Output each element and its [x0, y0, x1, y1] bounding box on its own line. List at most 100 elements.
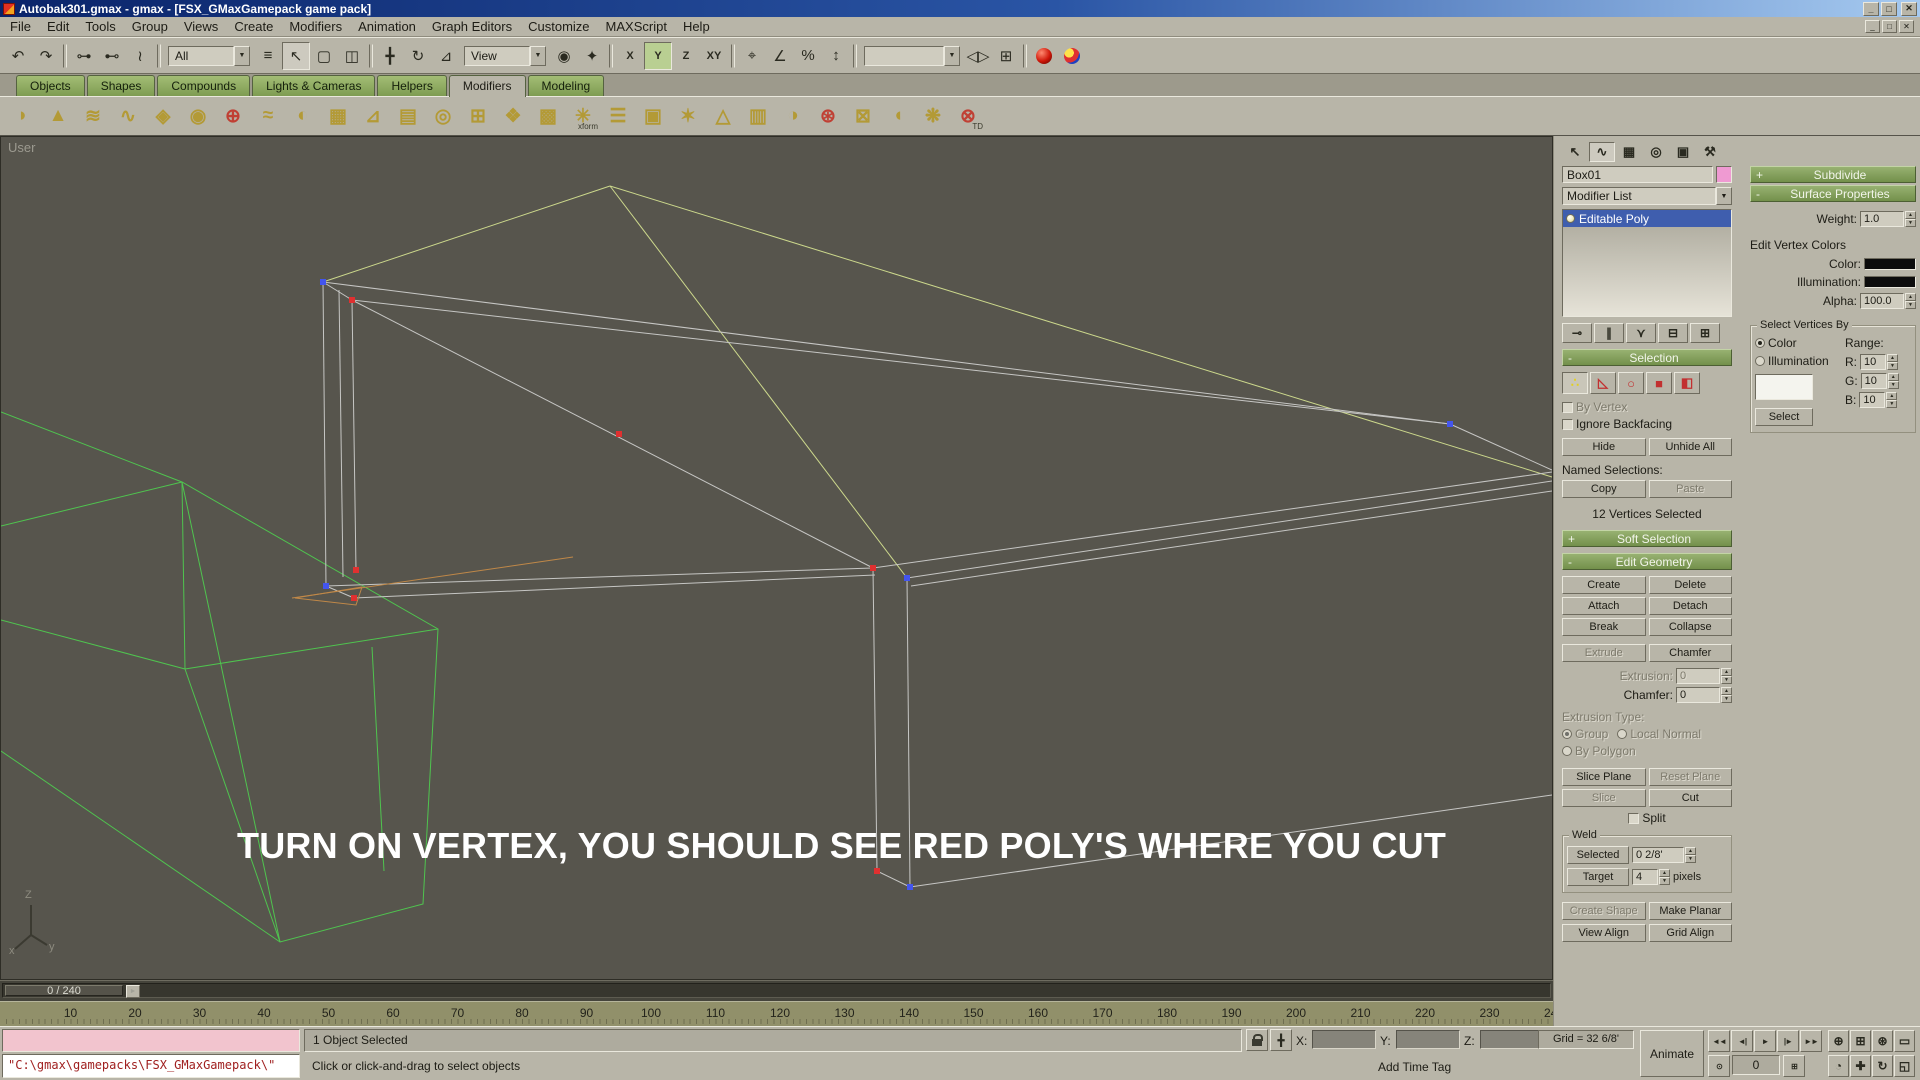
add-time-tag[interactable]: Add Time Tag [1378, 1060, 1451, 1074]
skew-modifier-button[interactable]: ⊿ [356, 99, 390, 133]
push-modifier-button[interactable]: ⊕ [216, 99, 250, 133]
material-modifier-button[interactable]: ❋ [916, 99, 950, 133]
window-titlebar[interactable]: Autobak301.gmax - gmax - [FSX_GMaxGamepa… [0, 0, 1920, 17]
spinner-arrows-icon[interactable] [1721, 668, 1732, 684]
utilities-panel-tab[interactable]: ⚒ [1697, 142, 1723, 162]
menu-edit[interactable]: Edit [39, 17, 77, 36]
edit-mesh-modifier-button[interactable]: ▣ [636, 99, 670, 133]
time-configuration-button[interactable]: ⊞ [1783, 1055, 1805, 1077]
align-button[interactable]: ⊞ [992, 42, 1020, 70]
arc-rotate-button[interactable]: ↻ [1872, 1055, 1893, 1077]
stretch-modifier-button[interactable]: ◈ [146, 99, 180, 133]
x-coordinate-field[interactable] [1312, 1030, 1376, 1049]
extrusion-value[interactable]: 0 [1676, 668, 1720, 684]
use-pivot-point-center-button[interactable]: ◉ [550, 42, 578, 70]
preserve-modifier-button[interactable]: ☰ [601, 99, 635, 133]
show-end-result-button[interactable]: ∥ [1594, 323, 1624, 343]
weld-threshold-value[interactable]: 0 2/8' [1632, 847, 1684, 863]
maxscript-listener-field[interactable]: "C:\gmax\gamepacks\FSX_GMaxGamepack\" [2, 1054, 300, 1078]
b-value[interactable]: 10 [1859, 392, 1885, 408]
select-by-name-button[interactable]: ≡ [254, 42, 282, 70]
render-button[interactable]: ● [1058, 42, 1086, 70]
smooth-modifier-button[interactable]: ✶ [671, 99, 705, 133]
spinner-arrows-icon[interactable] [1721, 687, 1732, 703]
tab-helpers[interactable]: Helpers [377, 75, 446, 96]
surface-properties-rollout-header[interactable]: - Surface Properties [1750, 185, 1916, 202]
copy-named-selection-button[interactable]: Copy [1562, 480, 1646, 498]
menu-file[interactable]: File [2, 17, 39, 36]
bend-modifier-button[interactable]: ◗ [6, 99, 40, 133]
modifier-stack[interactable]: Editable Poly [1562, 209, 1732, 317]
modifier-list-dropdown[interactable]: Modifier List [1562, 187, 1732, 205]
subdivide-rollout-header[interactable]: + Subdivide [1750, 166, 1916, 183]
field-of-view-button[interactable]: ◔ [1828, 1055, 1849, 1077]
displace-modifier-button[interactable]: ▩ [531, 99, 565, 133]
noise-modifier-button[interactable]: ∿ [111, 99, 145, 133]
element-select-button[interactable]: ◧ [1674, 372, 1700, 394]
z-coordinate-field[interactable] [1480, 1030, 1544, 1049]
tessellate-modifier-button[interactable]: ▥ [741, 99, 775, 133]
selection-lock-toggle[interactable] [1246, 1029, 1268, 1051]
modify-panel-tab[interactable]: ∿ [1589, 142, 1615, 162]
select-and-link-button[interactable]: ⊶ [70, 42, 98, 70]
current-frame-field[interactable]: 0 [1732, 1055, 1780, 1075]
alpha-spinner[interactable]: 100.0 [1860, 293, 1916, 309]
stack-item-editable-poly[interactable]: Editable Poly [1563, 210, 1731, 227]
time-slider-handle[interactable]: 0 / 240 [5, 985, 123, 996]
tab-modifiers[interactable]: Modifiers [449, 75, 526, 97]
rectangular-selection-region-button[interactable]: ▢ [310, 42, 338, 70]
redo-button[interactable]: ↷ [32, 42, 60, 70]
next-frame-button[interactable]: |► [1777, 1030, 1799, 1052]
reference-coordinate-dropdown[interactable]: View [464, 45, 546, 67]
track-bar[interactable]: 1020304050607080901001101201301401501601… [0, 1001, 1553, 1026]
taper-modifier-button[interactable]: ▲ [41, 99, 75, 133]
uvw-map-modifier-button[interactable]: ⊠ [846, 99, 880, 133]
maximize-button[interactable]: □ [1881, 2, 1897, 16]
lattice-modifier-button[interactable]: ⊞ [461, 99, 495, 133]
key-mode-toggle-button[interactable]: ⊙ [1708, 1055, 1730, 1077]
soft-selection-rollout-header[interactable]: + Soft Selection [1562, 530, 1732, 547]
relax-modifier-button[interactable]: ≈ [251, 99, 285, 133]
g-value[interactable]: 10 [1861, 373, 1887, 389]
color-radio[interactable] [1755, 338, 1765, 348]
unwrap-uvw-modifier-button[interactable]: ⊛ [811, 99, 845, 133]
percent-snap-button[interactable]: % [794, 42, 822, 70]
break-button[interactable]: Break [1562, 618, 1646, 636]
menu-customize[interactable]: Customize [520, 17, 597, 36]
delete-button[interactable]: Delete [1649, 576, 1733, 594]
squeeze-modifier-button[interactable]: ◉ [181, 99, 215, 133]
user-viewport[interactable]: User TURN ON VERTEX, YOU SHOULD SEE RED … [0, 136, 1553, 980]
menu-graph-editors[interactable]: Graph Editors [424, 17, 520, 36]
twist-modifier-button[interactable]: ≋ [76, 99, 110, 133]
macro-recorder-field[interactable] [2, 1029, 300, 1052]
unlink-selection-button[interactable]: ⊷ [98, 42, 126, 70]
spherify-modifier-button[interactable]: ◎ [426, 99, 460, 133]
animate-button[interactable]: Animate [1640, 1030, 1704, 1077]
slice-modifier-button[interactable]: ▤ [391, 99, 425, 133]
symmetry-modifier-button[interactable]: ◑ [776, 99, 810, 133]
spinner-arrows-icon[interactable] [1905, 211, 1916, 227]
y-coordinate-field[interactable] [1396, 1030, 1460, 1049]
selection-filter-dropdown[interactable]: All [168, 45, 250, 67]
dropdown-arrow-icon[interactable] [1716, 187, 1732, 205]
mdi-close-button[interactable]: ✕ [1899, 20, 1914, 33]
alpha-value[interactable]: 100.0 [1860, 293, 1904, 309]
spinner-arrows-icon[interactable] [1888, 373, 1899, 389]
ripple-modifier-button[interactable]: ◐ [286, 99, 320, 133]
zoom-region-button[interactable]: ▭ [1894, 1030, 1915, 1052]
tab-objects[interactable]: Objects [16, 75, 85, 96]
spinner-arrows-icon[interactable] [1905, 293, 1916, 309]
dropdown-arrow-icon[interactable] [234, 46, 250, 66]
by-polygon-radio[interactable] [1562, 746, 1572, 756]
previous-frame-button[interactable]: ◄| [1731, 1030, 1753, 1052]
split-checkbox[interactable] [1628, 813, 1639, 824]
mirror-modifier-button[interactable]: ❖ [496, 99, 530, 133]
zoom-extents-all-button[interactable]: ⊛ [1872, 1030, 1893, 1052]
play-animation-button[interactable]: ► [1754, 1030, 1776, 1052]
attach-button[interactable]: Attach [1562, 597, 1646, 615]
menu-group[interactable]: Group [124, 17, 176, 36]
ignore-backfacing-checkbox[interactable] [1562, 419, 1573, 430]
restrict-y-button[interactable]: Y [644, 42, 672, 70]
weld-target-button[interactable]: Target [1567, 868, 1629, 886]
undo-button[interactable]: ↶ [4, 42, 32, 70]
